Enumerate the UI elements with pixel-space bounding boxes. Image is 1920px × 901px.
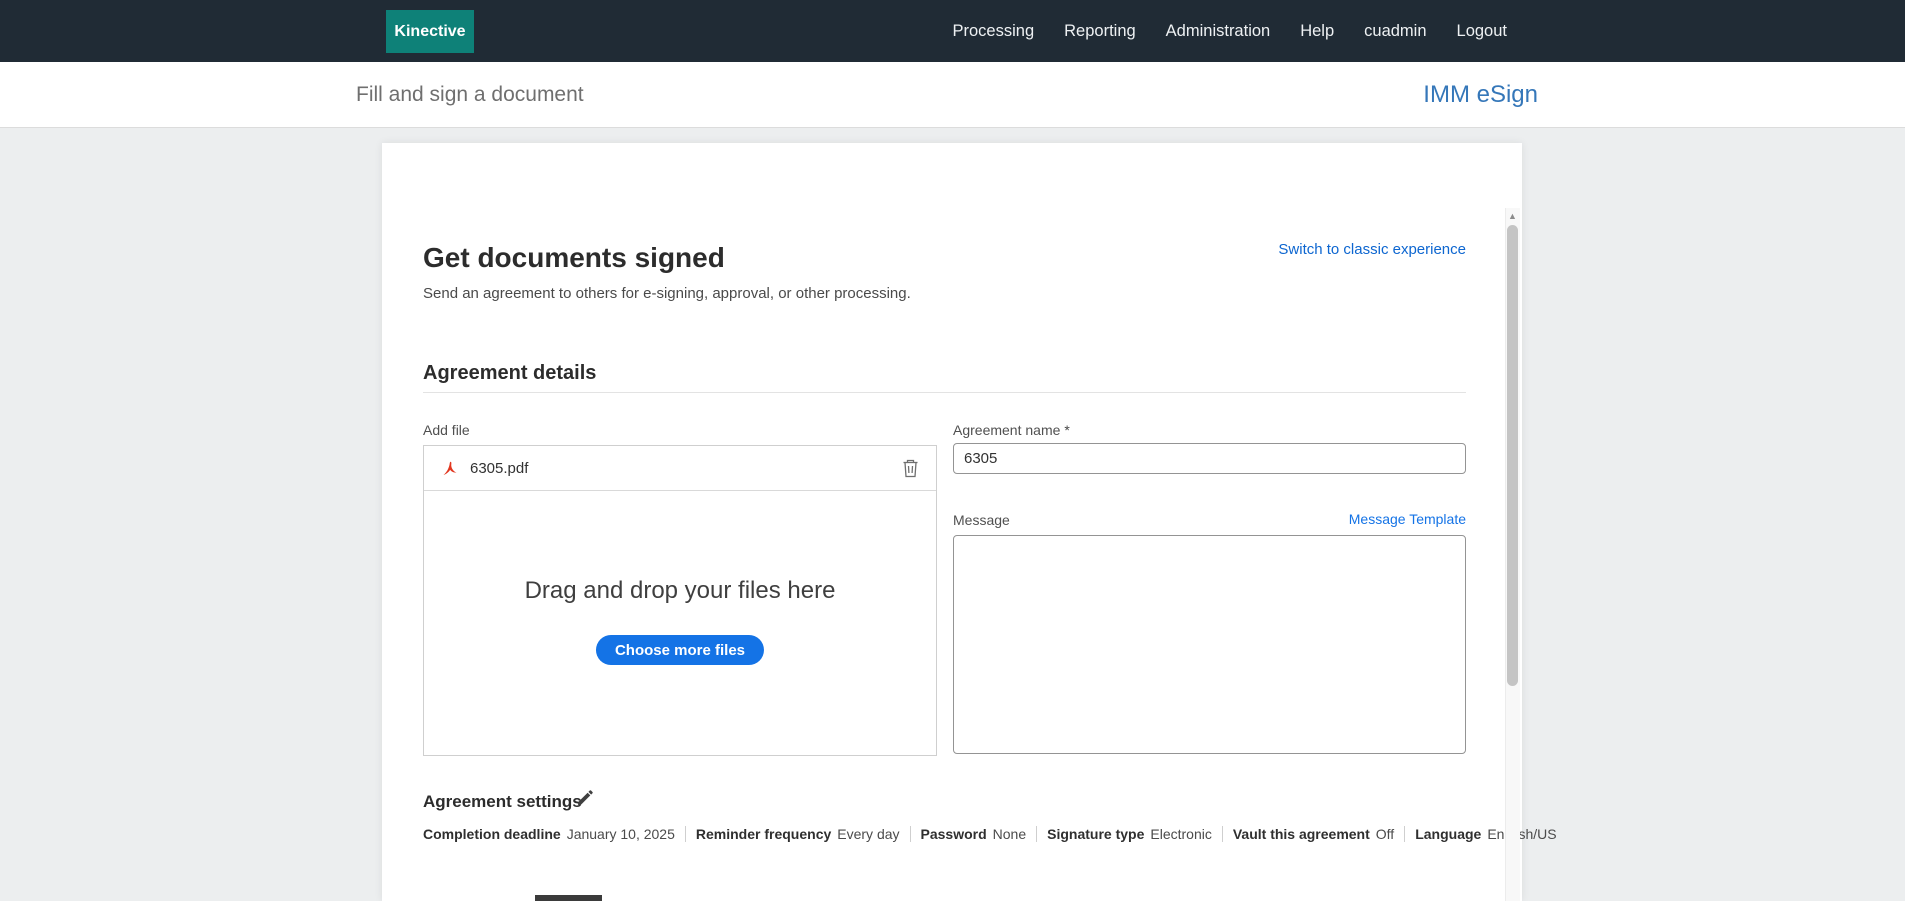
setting-password: Password None xyxy=(921,826,1027,842)
setting-value: English/US xyxy=(1487,826,1556,842)
panel-scrollbar-thumb[interactable] xyxy=(1507,225,1518,686)
sub-header-bar: Fill and sign a document IMM eSign xyxy=(0,62,1905,127)
setting-label: Language xyxy=(1415,826,1481,842)
partially-visible-element xyxy=(535,895,602,901)
send-agreement-panel: Get documents signed Switch to classic e… xyxy=(382,143,1522,901)
setting-value: Electronic xyxy=(1150,826,1211,842)
setting-label: Password xyxy=(921,826,987,842)
setting-label: Signature type xyxy=(1047,826,1144,842)
page-breadcrumb-title: Fill and sign a document xyxy=(356,62,584,127)
message-textarea[interactable] xyxy=(953,535,1466,754)
message-label: Message xyxy=(953,512,1010,528)
setting-value: January 10, 2025 xyxy=(567,826,675,842)
section-divider xyxy=(423,392,1466,393)
settings-divider xyxy=(685,826,686,842)
nav-item-reporting[interactable]: Reporting xyxy=(1064,22,1136,41)
agreement-settings-summary: Completion deadline January 10, 2025 Remi… xyxy=(423,826,1557,842)
nav-item-logout[interactable]: Logout xyxy=(1457,22,1507,41)
choose-more-files-button[interactable]: Choose more files xyxy=(596,635,764,665)
switch-to-classic-link[interactable]: Switch to classic experience xyxy=(1278,241,1466,258)
nav-item-administration[interactable]: Administration xyxy=(1166,22,1271,41)
required-asterisk: * xyxy=(1064,422,1069,438)
file-dropzone[interactable]: 6305.pdf Drag and drop your files here C… xyxy=(423,445,937,756)
setting-value: None xyxy=(993,826,1026,842)
setting-label: Vault this agreement xyxy=(1233,826,1370,842)
setting-label: Reminder frequency xyxy=(696,826,831,842)
pdf-file-icon xyxy=(440,458,460,478)
delete-file-icon[interactable] xyxy=(901,458,920,478)
settings-divider xyxy=(910,826,911,842)
edit-settings-pencil-icon[interactable] xyxy=(576,789,594,812)
setting-signature-type: Signature type Electronic xyxy=(1047,826,1212,842)
setting-label: Completion deadline xyxy=(423,826,561,842)
nav-item-processing[interactable]: Processing xyxy=(953,22,1035,41)
setting-value: Off xyxy=(1376,826,1394,842)
agreement-name-label: Agreement name* xyxy=(953,422,1070,438)
page-description: Send an agreement to others for e-signin… xyxy=(423,285,911,302)
agreement-name-input[interactable] xyxy=(953,443,1466,474)
agreement-details-heading: Agreement details xyxy=(423,362,596,385)
setting-completion-deadline: Completion deadline January 10, 2025 xyxy=(423,826,675,842)
message-template-link[interactable]: Message Template xyxy=(1349,511,1466,527)
settings-divider xyxy=(1036,826,1037,842)
scrollbar-up-arrow-icon[interactable]: ▲ xyxy=(1505,208,1520,224)
application-window: Kinective Processing Reporting Administr… xyxy=(0,0,1905,901)
nav-item-user-cuadmin[interactable]: cuadmin xyxy=(1364,22,1426,41)
page-title: Get documents signed xyxy=(423,242,725,274)
agreement-name-label-text: Agreement name xyxy=(953,422,1060,438)
add-file-label: Add file xyxy=(423,422,470,438)
agreement-settings-heading: Agreement settings xyxy=(423,792,582,812)
settings-divider xyxy=(1222,826,1223,842)
dropzone-hint-text: Drag and drop your files here xyxy=(424,577,936,605)
kinective-logo[interactable]: Kinective xyxy=(386,10,474,53)
setting-language: Language English/US xyxy=(1415,826,1556,842)
product-name-imm-esign: IMM eSign xyxy=(1423,62,1538,127)
setting-value: Every day xyxy=(837,826,899,842)
uploaded-file-name: 6305.pdf xyxy=(470,460,528,477)
nav-item-help[interactable]: Help xyxy=(1300,22,1334,41)
setting-reminder-frequency: Reminder frequency Every day xyxy=(696,826,900,842)
setting-vault-agreement: Vault this agreement Off xyxy=(1233,826,1394,842)
settings-divider xyxy=(1404,826,1405,842)
uploaded-file-row: 6305.pdf xyxy=(424,446,936,491)
top-navigation-bar: Kinective Processing Reporting Administr… xyxy=(0,0,1905,62)
main-nav: Processing Reporting Administration Help… xyxy=(953,0,1508,62)
